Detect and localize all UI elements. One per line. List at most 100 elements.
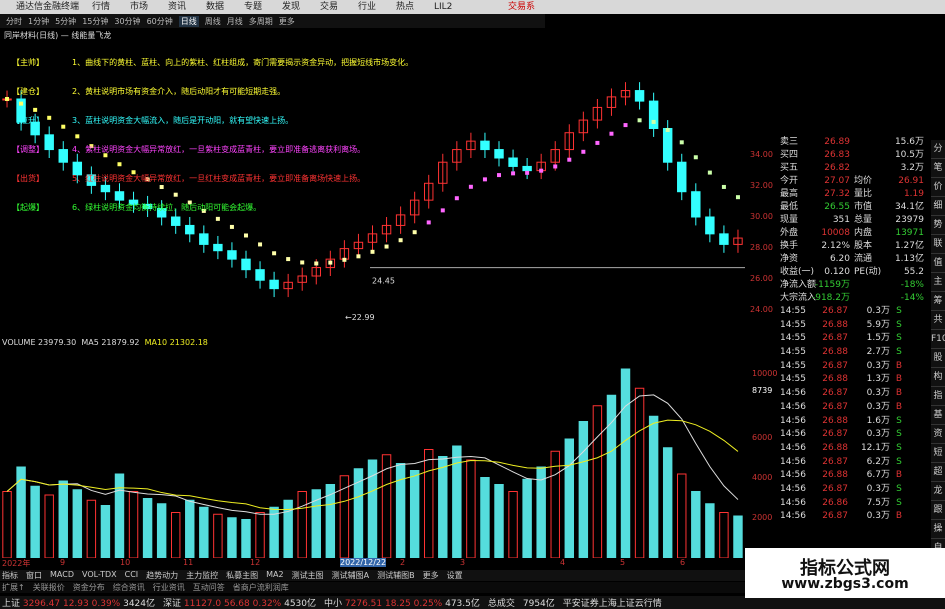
extension-tab[interactable]: 扩展↑ [2,582,25,593]
tick-row[interactable]: 14:56 26.88 6.7万 B [780,469,930,483]
tick-row[interactable]: 14:55 26.88 5.9万 S [780,319,930,333]
extension-tab[interactable]: 互动问答 [193,582,225,593]
menu-item[interactable]: LIL2 [434,0,472,14]
sidebar-tab[interactable]: 共 [931,311,945,330]
legend-line: 【调整】 4、紫柱说明资金大幅异常放红，一旦紫柱变成蓝青柱，要立即准备逃离获利离场… [12,144,365,155]
period-tab[interactable]: 5分钟 [55,16,76,27]
indicator-tab[interactable]: MA2 [266,570,283,581]
menu-item[interactable]: 热点 [396,0,434,14]
period-tab[interactable]: 更多 [279,16,295,27]
tick-row[interactable]: 14:56 26.88 1.6万 S [780,415,930,429]
period-tab[interactable]: 周线 [205,16,221,27]
indicator-tab[interactable]: VOL-TDX [82,570,117,581]
menu-item[interactable]: 行业 [358,0,396,14]
period-tab[interactable]: 30分钟 [114,16,140,27]
indicator-tab[interactable]: 主力监控 [186,570,218,581]
tick-row[interactable]: 14:55 26.87 0.3万 B [780,360,930,374]
menu-item[interactable]: 数据 [206,0,244,14]
tick-row[interactable]: 14:56 26.88 12.1万 S [780,442,930,456]
index-quote[interactable]: 中小 7276.51 18.25 0.25% 473.5亿 [324,596,480,609]
tick-row[interactable]: 14:56 26.87 0.3万 B [780,387,930,401]
extension-tab[interactable]: 省商户流利润库 [233,582,289,593]
extension-tab[interactable]: 资金分布 [73,582,105,593]
tick-row[interactable]: 14:55 26.87 1.5万 S [780,332,930,346]
menu-item[interactable]: 行情 [92,0,130,14]
tick-row[interactable]: 14:56 26.87 0.3万 B [780,401,930,415]
trend-dot [440,208,445,213]
sidebar-tab[interactable]: F10 [931,330,945,349]
extension-tab[interactable]: 关联报价 [33,582,65,593]
period-tab[interactable]: 多周期 [249,16,273,27]
sidebar-tab[interactable]: 笔 [931,159,945,178]
sidebar-tab[interactable]: 龙 [931,482,945,501]
period-tab[interactable]: 60分钟 [147,16,173,27]
tick-row[interactable]: 14:55 26.88 1.3万 B [780,373,930,387]
indicator-tab[interactable]: 指标 [2,570,18,581]
extension-tab[interactable]: 行业资讯 [153,582,185,593]
indicator-tab[interactable]: 设置 [447,570,463,581]
quote-row: 最低 26.55 市值 34.1亿 [780,201,930,214]
tick-row[interactable]: 14:56 26.86 7.5万 S [780,497,930,511]
sidebar-tab[interactable]: 股 [931,349,945,368]
period-tab[interactable]: 月线 [227,16,243,27]
menu-item[interactable]: 资讯 [168,0,206,14]
menu-item[interactable]: 交易 [320,0,358,14]
sidebar-tab[interactable]: 跟 [931,501,945,520]
index-quote[interactable]: 深证 11127.0 56.68 0.32% 4530亿 [163,596,316,609]
sidebar-tab[interactable]: 价 [931,178,945,197]
tick-row[interactable]: 14:56 26.87 6.2万 S [780,456,930,470]
sidebar-tab[interactable]: 筹 [931,292,945,311]
menu-item[interactable]: 专题 [244,0,282,14]
period-tab[interactable]: 1分钟 [28,16,49,27]
quote-label-2 [850,136,884,149]
legend-line: 【出货】 5、红柱说明资金大幅异常放红，一旦红柱变成蓝青柱，要立即准备离场快速上扬… [12,173,365,184]
indicator-tab[interactable]: 窗口 [26,570,42,581]
quote-value: -1159万 [814,280,850,290]
sidebar-tab[interactable]: 资 [931,425,945,444]
volume-bar [466,459,476,558]
sidebar-tab[interactable]: 基 [931,406,945,425]
candle [719,225,729,253]
tick-row[interactable]: 14:55 26.88 2.7万 S [780,346,930,360]
menu-item[interactable]: 市场 [130,0,168,14]
sidebar-tab[interactable]: 势 [931,216,945,235]
menu-item[interactable]: 发现 [282,0,320,14]
indicator-tab[interactable]: CCI [125,570,139,581]
tick-row[interactable]: 14:55 26.87 0.3万 S [780,305,930,319]
sidebar-tab[interactable]: 主 [931,273,945,292]
sidebar-tab[interactable]: 联 [931,235,945,254]
sidebar-tab[interactable]: 细 [931,197,945,216]
price-chart[interactable]: ←22.99 24.45 [0,40,750,335]
volume-bar [592,405,603,558]
sidebar-tab[interactable]: 分 [931,140,945,159]
sidebar-tab[interactable]: 操 [931,520,945,539]
period-tab[interactable]: 日线 [178,15,199,27]
sidebar-tab[interactable]: 超 [931,463,945,482]
candle [185,217,195,243]
indicator-tab[interactable]: 测试辅图B [377,570,415,581]
indicator-tab[interactable]: 更多 [423,570,439,581]
sidebar-tab[interactable]: 指 [931,387,945,406]
extension-tab[interactable]: 综合资讯 [113,582,145,593]
volume-bar [241,519,251,558]
candle-body [705,216,715,235]
indicator-tab[interactable]: MACD [50,570,74,581]
tick-price: 26.87 [822,360,848,371]
volume-bar [677,473,687,558]
volume-chart[interactable]: 10000 8739 6000 4000 2000 [0,348,780,558]
indicator-tab[interactable]: 私募主图 [226,570,258,581]
indicator-tab[interactable]: 测试主图 [292,570,324,581]
index-quote[interactable]: 上证 3296.47 12.93 0.39% 3424亿 [2,596,155,609]
volume-bar [58,480,68,558]
sidebar-tab[interactable]: 短 [931,444,945,463]
tick-list[interactable]: 14:55 26.87 0.3万 S 14:55 26.88 5.9万 S 14:55 26.87… [780,305,930,524]
tick-row[interactable]: 14:56 26.87 0.3万 B [780,510,930,524]
period-tab[interactable]: 分时 [6,16,22,27]
sidebar-tab[interactable]: 值 [931,254,945,273]
indicator-tab[interactable]: 趋势动力 [146,570,178,581]
tick-row[interactable]: 14:56 26.87 0.3万 S [780,428,930,442]
sidebar-tab[interactable]: 构 [931,368,945,387]
period-tab[interactable]: 15分钟 [82,16,108,27]
indicator-tab[interactable]: 测试辅图A [332,570,369,581]
tick-row[interactable]: 14:56 26.87 0.3万 S [780,483,930,497]
